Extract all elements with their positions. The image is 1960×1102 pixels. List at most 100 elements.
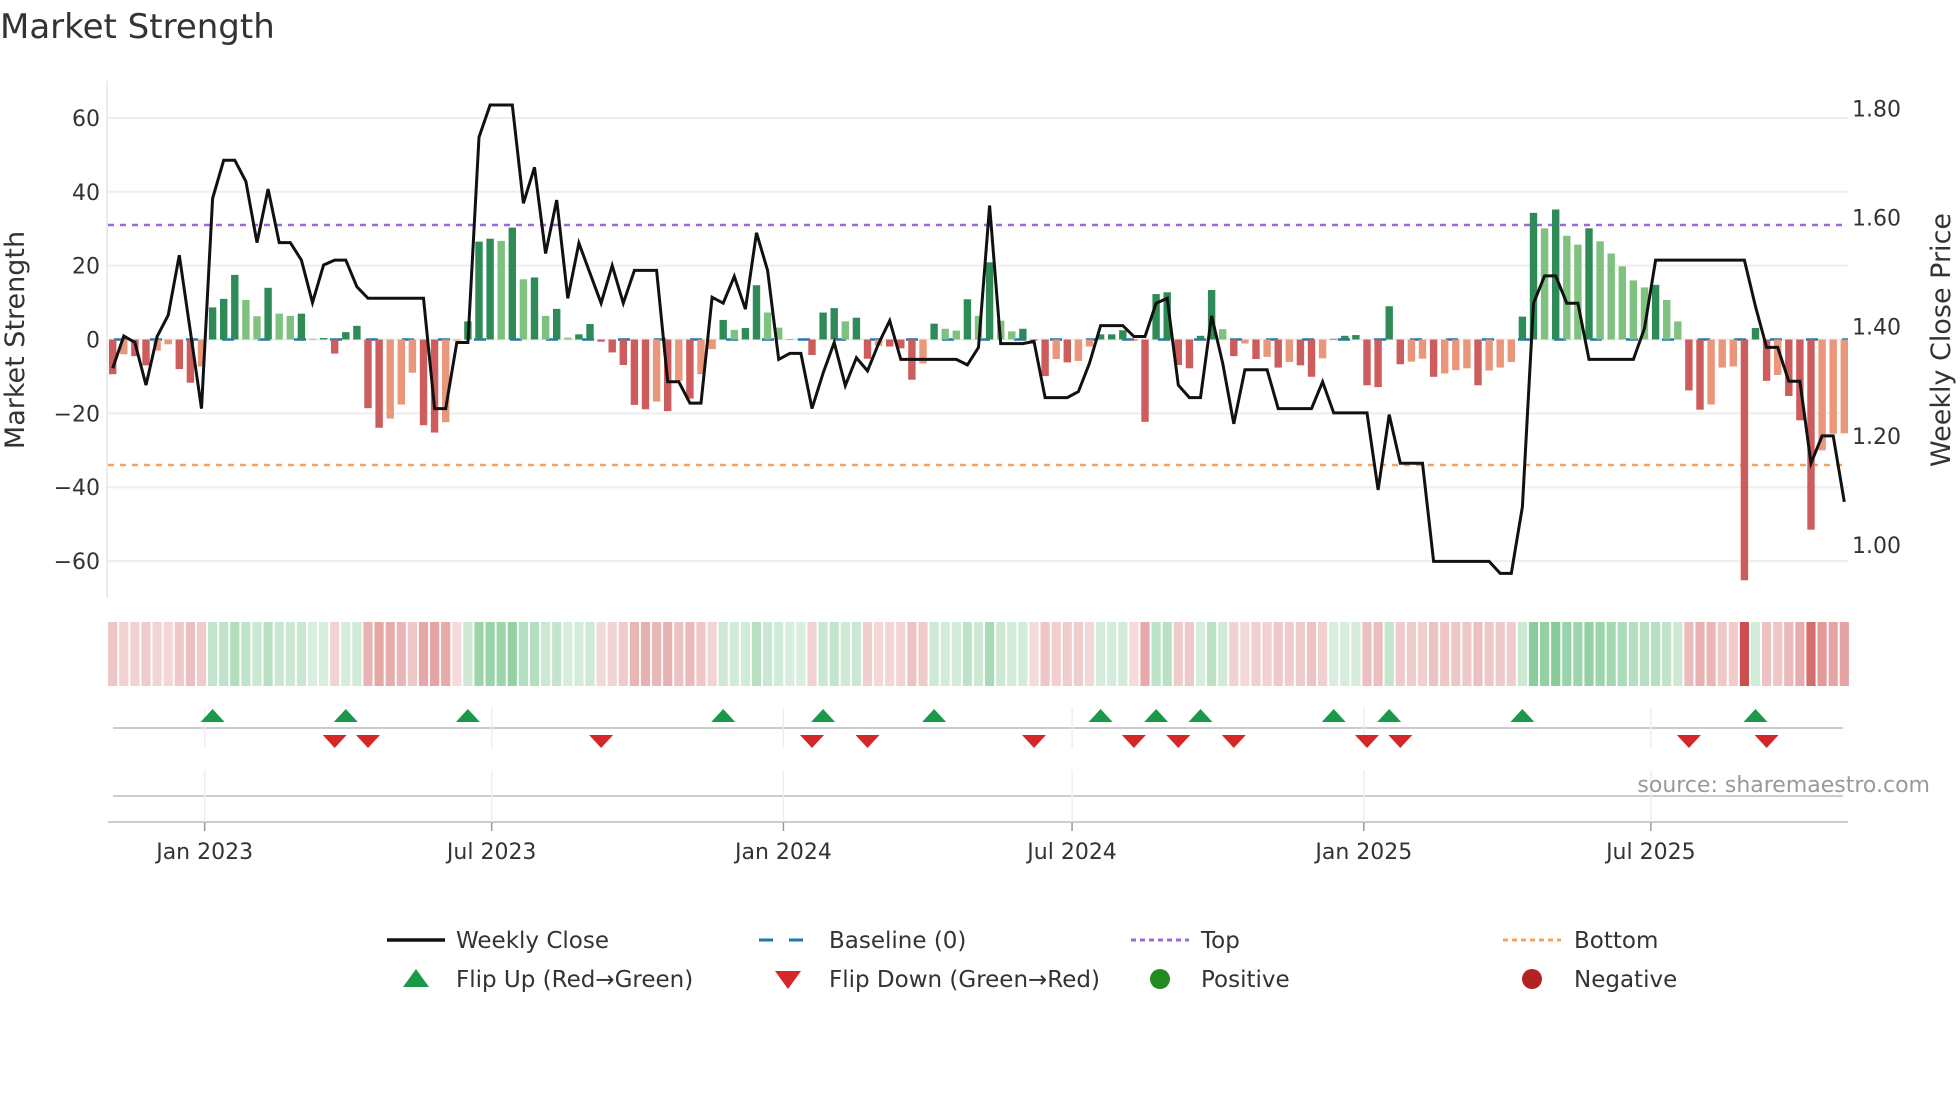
strip-cell	[563, 622, 573, 686]
strength-bar	[1618, 266, 1626, 340]
strength-bar	[1041, 339, 1049, 377]
strip-cell	[1029, 622, 1039, 686]
strength-bar	[1130, 339, 1138, 341]
strip-cell	[1695, 622, 1705, 686]
strip-cell	[663, 622, 673, 686]
y-right-tick-label: 1.20	[1852, 425, 1901, 450]
strength-bar	[319, 338, 328, 340]
strip-cell	[485, 622, 495, 686]
strip-cell	[707, 622, 717, 686]
strength-bar	[675, 339, 683, 381]
strength-bar	[1474, 339, 1482, 386]
legend-label: Weekly Close	[456, 928, 609, 954]
strip-cell	[463, 622, 473, 686]
strength-bar	[1008, 331, 1016, 340]
strip-cell	[1129, 622, 1139, 686]
strip-cell	[208, 622, 218, 686]
flip-up-marker	[1144, 709, 1169, 722]
legend-label: Baseline (0)	[829, 928, 966, 954]
strength-bar	[375, 339, 383, 428]
strength-bar	[331, 339, 339, 354]
strip-cell	[252, 622, 262, 686]
strip-cell	[1473, 622, 1483, 686]
legend-flip-up-icon	[403, 969, 429, 987]
strength-bar	[397, 339, 405, 405]
strength-bar	[1241, 339, 1249, 344]
strip-cell	[507, 622, 517, 686]
strip-cell	[1673, 622, 1683, 686]
strip-cell	[341, 622, 351, 686]
strip-cell	[1806, 622, 1816, 686]
legend-label: Flip Down (Green→Red)	[829, 967, 1100, 993]
strength-bar	[142, 339, 150, 366]
strength-bar	[630, 339, 639, 405]
strip-cell	[1162, 622, 1172, 686]
strength-bar	[1674, 321, 1682, 340]
strength-bar	[1585, 228, 1593, 340]
strip-cell	[862, 622, 873, 686]
y-tick-label: 60	[72, 107, 100, 132]
strip-cell	[685, 622, 695, 686]
strength-bar	[353, 325, 361, 340]
strength-bar	[297, 313, 306, 340]
y-tick-label: 0	[86, 329, 100, 354]
strip-cell	[896, 622, 906, 686]
x-tick-label: Jan 2024	[733, 840, 832, 865]
strength-bar	[475, 241, 483, 340]
market-strength-chart: Market Strength −60 −40 −20 0 20 40 60 1.00 1.2…	[0, 7, 1957, 993]
strip-cell	[185, 622, 195, 686]
strip-cell	[618, 622, 628, 686]
strip-cell	[1839, 622, 1849, 686]
strip-cell	[1750, 622, 1761, 686]
strength-bar	[1352, 335, 1360, 340]
strip-cell	[418, 622, 429, 686]
strip-cell	[152, 622, 162, 686]
strength-bar	[1318, 339, 1327, 359]
flip-down-marker	[356, 735, 380, 748]
legend-circle-icon	[1150, 969, 1170, 989]
strip-cell	[696, 622, 706, 686]
strength-heat-strip	[108, 622, 1849, 686]
legend-flip-down-icon	[775, 971, 801, 989]
flip-markers-panel	[108, 708, 1848, 823]
strength-bar	[597, 339, 605, 342]
strength-bar	[1740, 339, 1749, 581]
strip-cell	[1773, 622, 1783, 686]
strength-bar	[497, 240, 505, 340]
strength-bar	[1085, 339, 1094, 347]
strength-bar	[863, 339, 872, 359]
strength-bar	[1441, 339, 1449, 374]
strength-bar	[1574, 244, 1582, 340]
strip-cell	[574, 622, 584, 686]
strip-cell	[1828, 622, 1838, 686]
strength-bar	[1396, 339, 1404, 365]
strength-bar	[741, 328, 750, 340]
strength-bar	[1729, 339, 1737, 367]
strip-cell	[885, 622, 895, 686]
strip-cell	[1484, 622, 1494, 686]
strip-cell	[1429, 622, 1439, 686]
strength-bar	[1307, 339, 1316, 377]
strip-cell	[929, 622, 939, 686]
strip-cell	[629, 622, 639, 686]
strip-cell	[1329, 622, 1339, 686]
strip-cell	[529, 622, 540, 686]
strength-bar	[342, 332, 350, 340]
strength-bar	[1230, 339, 1238, 357]
strength-bar	[575, 334, 583, 340]
flip-up-marker	[1743, 709, 1768, 722]
strip-cell	[1240, 622, 1250, 686]
flip-down-marker	[322, 735, 347, 748]
strip-cell	[1662, 622, 1672, 686]
strength-bar	[1108, 334, 1116, 340]
strength-bar	[386, 339, 394, 419]
strip-cell	[1284, 622, 1294, 686]
strip-cell	[1639, 622, 1650, 686]
strip-cell	[385, 622, 395, 686]
strength-bar	[719, 319, 727, 340]
y-right-tick-label: 1.40	[1852, 316, 1901, 341]
strength-bar	[708, 339, 716, 350]
flip-up-marker	[455, 709, 480, 722]
flip-down-marker	[855, 735, 880, 748]
strip-cell	[1351, 622, 1361, 686]
